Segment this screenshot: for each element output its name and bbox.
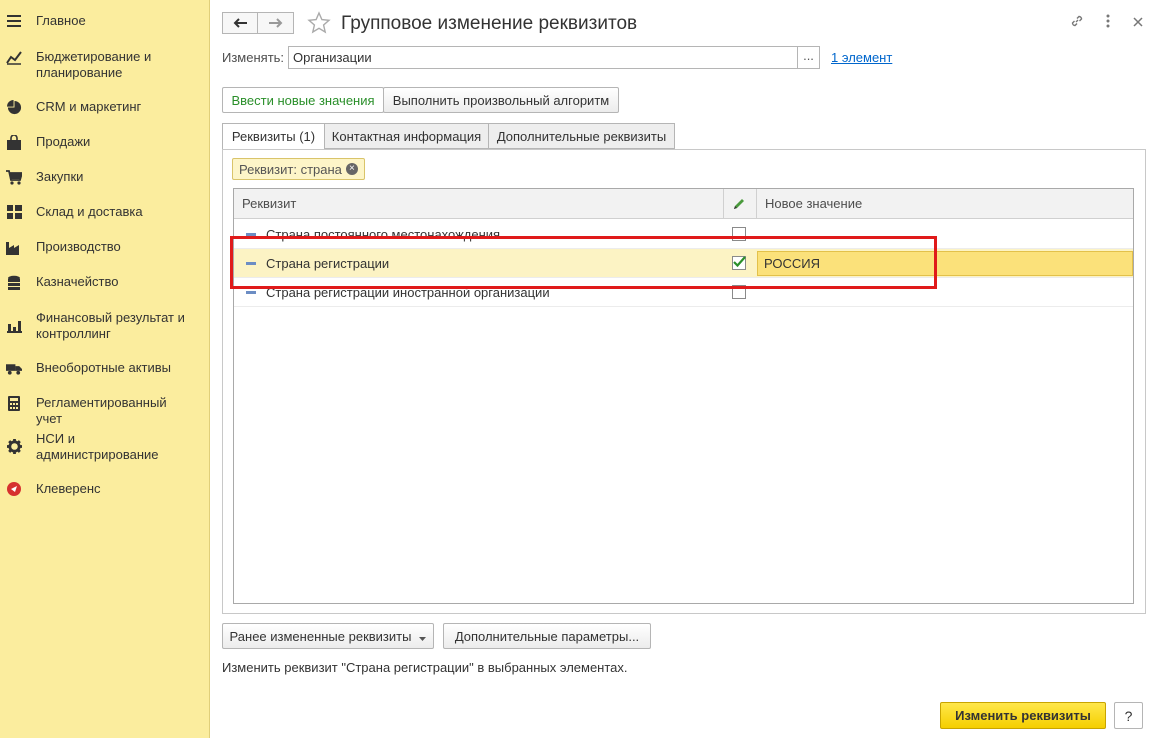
change-label: Изменять: bbox=[222, 50, 285, 65]
additional-params-button[interactable]: Дополнительные параметры... bbox=[443, 623, 651, 649]
sidebar-item-warehouse[interactable]: Склад и доставка bbox=[0, 204, 210, 220]
sidebar-item-label: НСИ и администрирование bbox=[36, 431, 159, 462]
clear-filter-icon[interactable]: × bbox=[345, 163, 358, 175]
back-button[interactable] bbox=[222, 12, 258, 34]
previously-changed-button[interactable]: Ранее измененные реквизиты bbox=[222, 623, 434, 649]
coins-icon bbox=[6, 274, 22, 290]
sidebar-item-label: Финансовый результат и контроллинг bbox=[36, 310, 185, 341]
sidebar-item-label: CRM и маркетинг bbox=[36, 99, 142, 114]
shopping-bag-icon bbox=[6, 134, 22, 150]
attribute-type-icon bbox=[246, 291, 256, 294]
sidebar-item-production[interactable]: Производство bbox=[0, 239, 210, 255]
gear-icon bbox=[6, 438, 22, 454]
favorite-button[interactable] bbox=[307, 11, 331, 38]
sidebar-item-label: Клеверенс bbox=[36, 481, 101, 496]
sidebar-item-main[interactable]: Главное bbox=[0, 13, 210, 29]
sidebar-item-cleverence[interactable]: Клеверенс bbox=[0, 481, 210, 497]
previously-changed-label: Ранее измененные реквизиты bbox=[229, 628, 412, 644]
bar-chart-icon bbox=[6, 318, 22, 334]
column-header-attribute[interactable]: Реквизит bbox=[234, 189, 724, 219]
main-form: Групповое изменение реквизитов Изменять:… bbox=[210, 0, 1153, 738]
sidebar-item-label: Бюджетирование и планирование bbox=[36, 49, 152, 80]
page-title: Групповое изменение реквизитов bbox=[341, 13, 638, 34]
sidebar-item-financial-result[interactable]: Финансовый результат и контроллинг bbox=[0, 310, 210, 342]
sidebar-item-label: Закупки bbox=[36, 169, 84, 184]
sidebar: Главное Бюджетирование и планирование CR… bbox=[0, 0, 210, 738]
sidebar-item-regulated-accounting[interactable]: Регламентированный учет bbox=[0, 395, 210, 427]
warehouse-icon bbox=[6, 204, 22, 220]
close-icon bbox=[1133, 15, 1143, 30]
object-type-input[interactable]: Организации bbox=[288, 46, 798, 69]
pencil-icon bbox=[732, 199, 746, 214]
sidebar-item-crm[interactable]: CRM и маркетинг bbox=[0, 99, 210, 115]
link-button[interactable] bbox=[1069, 14, 1085, 30]
sidebar-item-budgeting[interactable]: Бюджетирование и планирование bbox=[0, 49, 210, 81]
apply-changes-button[interactable]: Изменить реквизиты bbox=[940, 702, 1106, 729]
select-button[interactable]: ... bbox=[798, 46, 820, 69]
filter-tag[interactable]: Реквизит: страна × bbox=[232, 158, 365, 180]
help-button[interactable]: ? bbox=[1114, 702, 1143, 729]
star-icon bbox=[307, 11, 331, 38]
chevron-down-icon bbox=[419, 629, 427, 644]
elements-count-link[interactable]: 1 элемент bbox=[831, 50, 892, 65]
cart-icon bbox=[6, 169, 22, 185]
cleverence-icon bbox=[6, 481, 22, 497]
arbitrary-algorithm-button[interactable]: Выполнить произвольный алгоритм bbox=[383, 87, 619, 113]
status-text: Изменить реквизит "Страна регистрации" в… bbox=[222, 660, 628, 675]
sidebar-item-fixed-assets[interactable]: Внеоборотные активы bbox=[0, 360, 210, 376]
column-header-new-value[interactable]: Новое значение bbox=[757, 189, 1133, 219]
sidebar-item-label: Внеоборотные активы bbox=[36, 360, 172, 375]
sidebar-item-label: Регламентированный учет bbox=[36, 395, 167, 426]
close-button[interactable] bbox=[1130, 14, 1146, 30]
more-button[interactable] bbox=[1100, 14, 1116, 30]
new-values-button[interactable]: Ввести новые значения bbox=[222, 87, 384, 113]
filter-tag-label: Реквизит: страна bbox=[239, 161, 342, 177]
menu-icon bbox=[6, 13, 22, 29]
truck-icon bbox=[6, 360, 22, 376]
tab-additional-attributes[interactable]: Дополнительные реквизиты bbox=[488, 123, 675, 149]
arrow-right-icon bbox=[268, 16, 283, 31]
sidebar-item-admin[interactable]: НСИ и администрирование bbox=[0, 431, 210, 463]
sidebar-item-purchases[interactable]: Закупки bbox=[0, 169, 210, 185]
sidebar-item-label: Продажи bbox=[36, 134, 91, 149]
pie-chart-icon bbox=[6, 99, 22, 115]
tab-contact-info[interactable]: Контактная информация bbox=[324, 123, 489, 149]
sidebar-item-sales[interactable]: Продажи bbox=[0, 134, 210, 150]
sidebar-item-treasury[interactable]: Казначейство bbox=[0, 274, 210, 290]
sidebar-item-label: Казначейство bbox=[36, 274, 119, 289]
column-header-edit bbox=[724, 189, 757, 219]
sidebar-item-label: Главное bbox=[36, 13, 86, 28]
factory-icon bbox=[6, 239, 22, 255]
forward-button[interactable] bbox=[258, 12, 294, 34]
more-vertical-icon bbox=[1106, 14, 1110, 31]
sidebar-item-label: Производство bbox=[36, 239, 121, 254]
link-icon bbox=[1069, 13, 1085, 32]
sidebar-item-label: Склад и доставка bbox=[36, 204, 143, 219]
calculator-icon bbox=[6, 395, 22, 411]
table-header: Реквизит Новое значение bbox=[234, 189, 1133, 219]
highlight-annotation bbox=[230, 236, 937, 289]
budget-chart-icon bbox=[6, 49, 22, 65]
tab-attributes[interactable]: Реквизиты (1) bbox=[222, 123, 325, 150]
arrow-left-icon bbox=[233, 16, 247, 31]
